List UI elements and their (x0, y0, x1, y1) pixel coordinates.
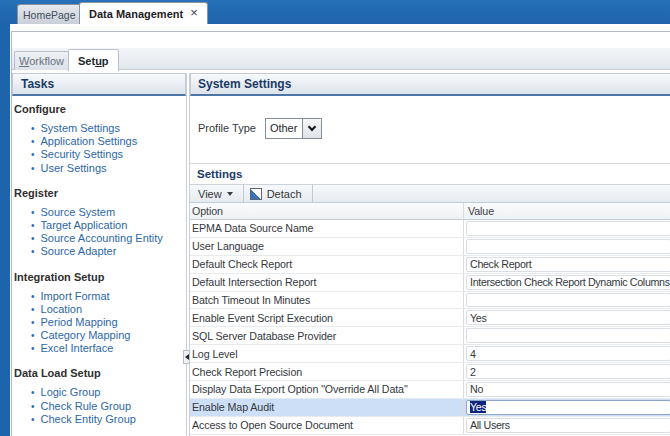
value-input-focused[interactable]: Yes (466, 400, 670, 415)
table-row[interactable]: Enable Event Script ExecutionYes (190, 309, 670, 327)
column-header-value[interactable]: Value (463, 203, 670, 219)
settings-table: Option Value EPMA Data Source Name User … (190, 203, 670, 435)
system-settings-header: System Settings (190, 73, 670, 96)
left-edge-strip (0, 0, 10, 436)
sidebar-item-source-system[interactable]: Source System (31, 206, 186, 219)
table-row[interactable]: Display Data Export Option "Override All… (190, 381, 670, 399)
sidebar-item-category-mapping[interactable]: Category Mapping (31, 329, 186, 342)
value-input[interactable] (466, 221, 670, 236)
sidebar-item-source-adapter[interactable]: Source Adapter (31, 245, 186, 258)
sidebar-item-check-rule-group[interactable]: Check Rule Group (31, 400, 186, 413)
application-window: HomePage Data Management × Workflow Setu… (0, 0, 670, 436)
table-row[interactable]: User Language (190, 238, 670, 256)
value-input[interactable]: No (466, 382, 670, 397)
sidebar-item-excel-interface[interactable]: Excel Interface (31, 342, 186, 355)
tab-homepage-label: HomePage (23, 9, 76, 21)
section-title: Register (14, 187, 186, 200)
sidebar-item-period-mapping[interactable]: Period Mapping (31, 316, 186, 329)
sidebar-section-register: Register Source System Target Applicatio… (14, 187, 186, 259)
profile-type-value: Other (266, 119, 302, 138)
sidebar-item-location[interactable]: Location (31, 303, 186, 316)
column-header-option[interactable]: Option (190, 203, 463, 219)
value-input[interactable] (466, 328, 670, 343)
table-row[interactable]: Default Check ReportCheck Report (190, 256, 670, 274)
tasks-panel-header: Tasks (12, 73, 186, 96)
detach-icon (250, 188, 262, 200)
toolbar-separator (312, 184, 313, 203)
dropdown-arrow-icon (227, 192, 233, 196)
chevron-down-icon[interactable] (302, 119, 321, 138)
close-icon[interactable]: × (190, 8, 198, 18)
value-input[interactable]: Check Report (466, 257, 670, 272)
sidebar-item-check-entity-group[interactable]: Check Entity Group (31, 413, 186, 426)
splitter-collapse-arrow[interactable] (183, 350, 190, 364)
settings-section-title: Settings (190, 164, 670, 184)
value-input[interactable]: All Users (466, 418, 670, 433)
tab-data-management[interactable]: Data Management × (79, 2, 208, 24)
table-row[interactable]: Log Level4 (190, 345, 670, 363)
value-input[interactable] (466, 239, 670, 254)
table-row-selected[interactable]: Enable Map AuditYes (190, 399, 670, 417)
sidebar-item-import-format[interactable]: Import Format (31, 290, 186, 303)
sidebar-item-logic-group[interactable]: Logic Group (31, 386, 186, 399)
workspace: Workflow Setup Tasks Configure System Se… (11, 31, 670, 436)
profile-type-select[interactable]: Other (265, 118, 322, 139)
sidebar-item-user-settings[interactable]: User Settings (31, 162, 186, 175)
module-tab-bar: Workflow Setup (12, 48, 670, 70)
tab-workflow[interactable]: Workflow (14, 51, 69, 70)
detach-button[interactable]: Detach (244, 188, 312, 200)
sidebar-section-data-load-setup: Data Load Setup Logic Group Check Rule G… (14, 367, 186, 426)
profile-type-label: Profile Type (198, 122, 256, 134)
section-title: Data Load Setup (14, 367, 186, 380)
value-input[interactable]: Intersection Check Report Dynamic Column… (466, 275, 670, 290)
sidebar-section-integration-setup: Integration Setup Import Format Location… (14, 271, 186, 356)
table-row[interactable]: Default Intersection ReportIntersection … (190, 274, 670, 292)
table-row[interactable]: SQL Server Database Provider (190, 327, 670, 345)
sidebar-item-system-settings[interactable]: System Settings (31, 122, 186, 135)
system-settings-panel: System Settings Profile Type Other Setti… (189, 73, 670, 436)
view-menu-button[interactable]: View (190, 188, 243, 200)
sidebar-item-security-settings[interactable]: Security Settings (31, 148, 186, 161)
value-input[interactable] (466, 293, 670, 308)
sidebar-item-application-settings[interactable]: Application Settings (31, 135, 186, 148)
document-tab-bar: HomePage Data Management × (0, 0, 670, 24)
settings-toolbar: View Detach (190, 184, 670, 203)
table-row[interactable]: Access to Open Source DocumentAll Users (190, 417, 670, 435)
tasks-list: Configure System Settings Application Se… (12, 96, 186, 426)
table-row[interactable]: EPMA Data Source Name (190, 220, 670, 238)
tasks-panel: Tasks Configure System Settings Applicat… (12, 73, 187, 436)
table-row[interactable]: Batch Timeout In Minutes (190, 292, 670, 310)
sidebar-section-configure: Configure System Settings Application Se… (14, 103, 186, 175)
table-row[interactable]: Check Report Precision2 (190, 363, 670, 381)
settings-section: Settings View Detach Option (190, 163, 670, 435)
selected-text: Yes (470, 401, 486, 413)
section-title: Configure (14, 103, 186, 116)
tab-homepage[interactable]: HomePage (17, 4, 82, 24)
table-header: Option Value (190, 203, 670, 220)
tasks-panel-title: Tasks (21, 77, 54, 91)
section-title: Integration Setup (14, 271, 186, 284)
tab-data-management-label: Data Management (89, 8, 183, 20)
page-title: System Settings (198, 77, 291, 91)
value-input[interactable]: 4 (466, 346, 670, 361)
profile-type-row: Profile Type Other (190, 117, 322, 139)
value-input[interactable]: Yes (466, 310, 670, 325)
sidebar-item-target-application[interactable]: Target Application (31, 219, 186, 232)
value-input[interactable]: 2 (466, 364, 670, 379)
sidebar-item-source-accounting-entity[interactable]: Source Accounting Entity (31, 232, 186, 245)
tab-setup[interactable]: Setup (68, 49, 119, 71)
